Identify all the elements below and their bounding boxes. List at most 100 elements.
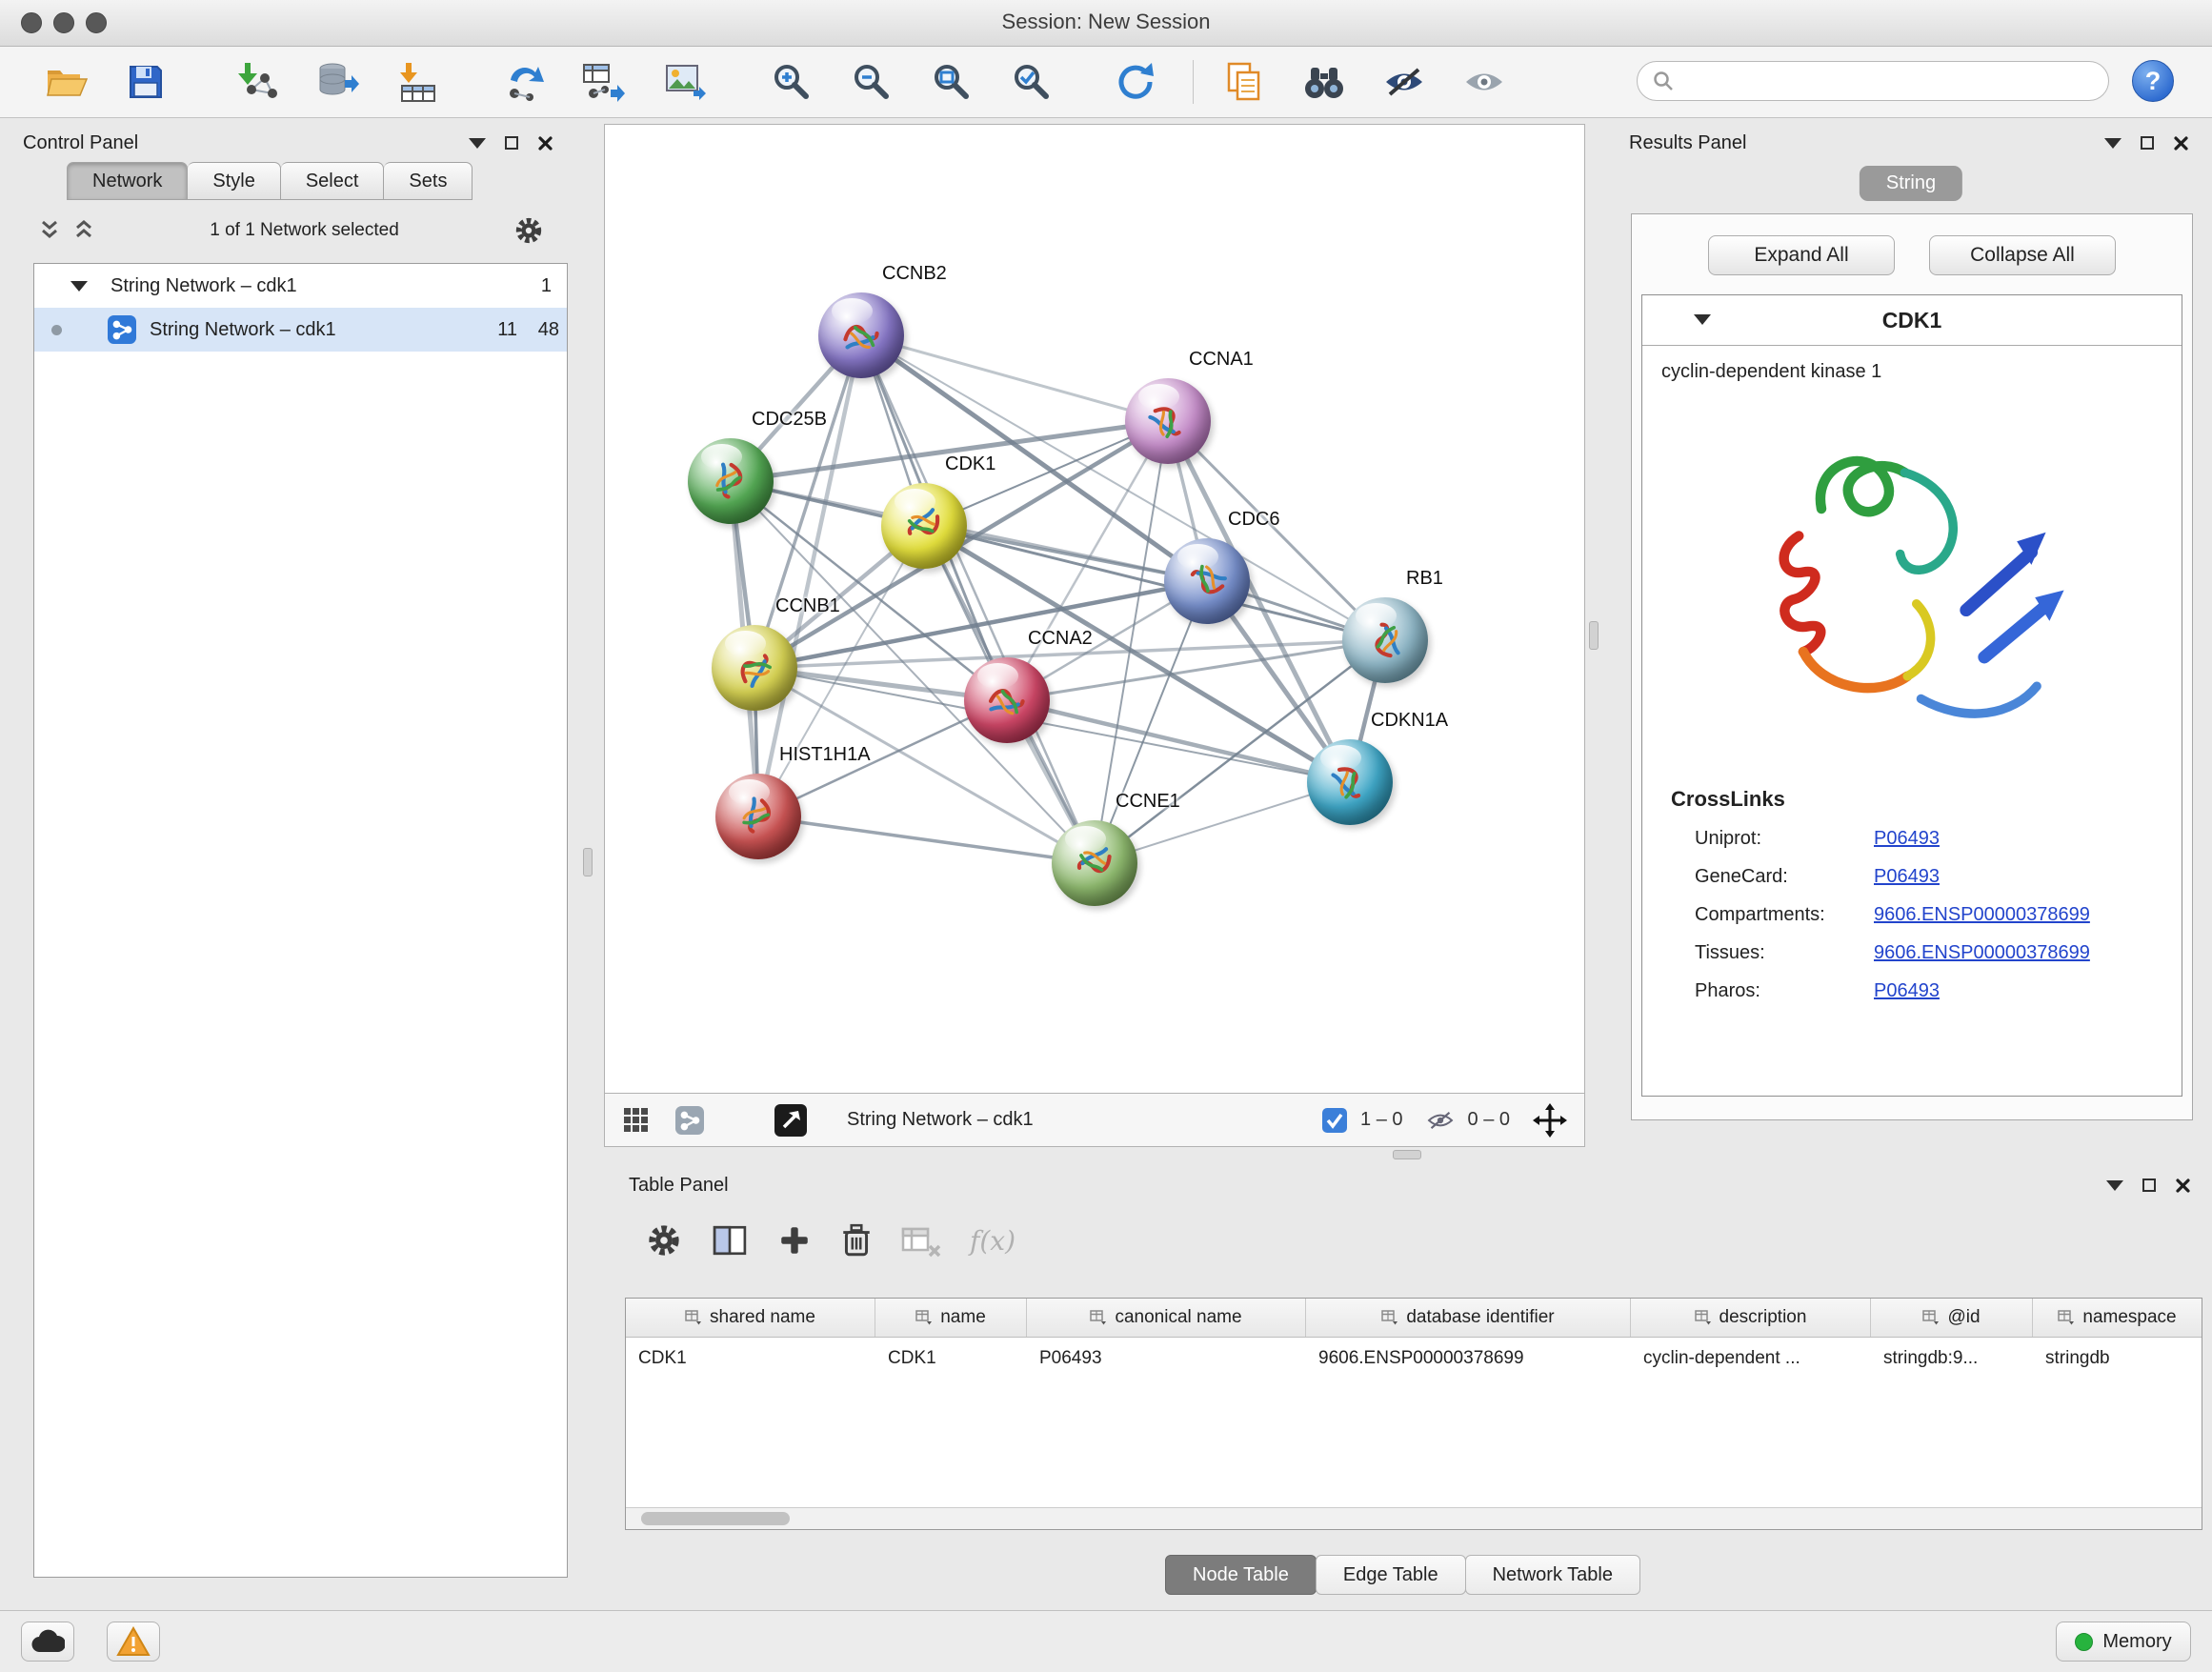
tab-string[interactable]: String: [1860, 166, 1962, 201]
network-share-icon[interactable]: [675, 1106, 704, 1135]
crosslink-link[interactable]: P06493: [1874, 828, 1940, 850]
tab-node-table[interactable]: Node Table: [1165, 1555, 1317, 1595]
network-node-CCNE1[interactable]: [1052, 820, 1137, 906]
collapse-entry-icon[interactable]: [1694, 314, 1711, 325]
network-node-CDC6[interactable]: [1164, 538, 1250, 624]
clone-network-button[interactable]: [499, 56, 551, 108]
column-header-namespace[interactable]: namespace: [2033, 1299, 2202, 1337]
column-header-canonical-name[interactable]: canonical name: [1027, 1299, 1306, 1337]
collapse-panel-icon[interactable]: [2104, 138, 2122, 149]
scrollbar-thumb[interactable]: [641, 1512, 790, 1525]
grid-view-icon[interactable]: [622, 1106, 651, 1135]
search-input[interactable]: [1683, 70, 2093, 93]
column-header-shared-name[interactable]: shared name: [626, 1299, 875, 1337]
float-panel-icon[interactable]: [2142, 1178, 2156, 1192]
save-session-button[interactable]: [120, 56, 171, 108]
zoom-out-button[interactable]: [846, 56, 897, 108]
tree-options-gear-icon[interactable]: [513, 215, 544, 246]
function-builder-icon[interactable]: f(x): [970, 1225, 1016, 1257]
tab-style[interactable]: Style: [188, 162, 280, 200]
left-splitter-handle[interactable]: [583, 848, 593, 876]
collapse-panel-icon[interactable]: [469, 138, 486, 149]
network-node-CDKN1A[interactable]: [1307, 739, 1393, 825]
search-objects-button[interactable]: [1298, 56, 1350, 108]
network-collection-row[interactable]: String Network – cdk1 1: [34, 264, 567, 308]
help-button[interactable]: ?: [2132, 60, 2174, 102]
table-cell[interactable]: CDK1: [875, 1348, 1027, 1369]
search-box[interactable]: [1637, 61, 2109, 101]
table-cell[interactable]: P06493: [1027, 1348, 1306, 1369]
tree-expand-triangle-icon[interactable]: [70, 281, 88, 292]
export-table-button[interactable]: [579, 56, 631, 108]
column-header-@id[interactable]: @id: [1871, 1299, 2033, 1337]
crosslink-link[interactable]: P06493: [1874, 980, 1940, 1002]
network-node-CDK1[interactable]: [881, 483, 967, 569]
column-header-name[interactable]: name: [875, 1299, 1027, 1337]
crosslink-link[interactable]: P06493: [1874, 866, 1940, 888]
expand-all-tree-icon[interactable]: [38, 218, 61, 243]
tab-select[interactable]: Select: [281, 162, 385, 200]
warnings-button[interactable]: [107, 1622, 160, 1662]
selected-checkbox-icon[interactable]: [1322, 1108, 1347, 1133]
tab-network[interactable]: Network: [67, 162, 188, 200]
crosslink-link[interactable]: 9606.ENSP00000378699: [1874, 942, 2090, 964]
network-canvas[interactable]: CCNB2CCNA1CDC25BCDK1CDC6RB1CCNB1CCNA2CDK…: [604, 124, 1585, 1094]
memory-button[interactable]: Memory: [2056, 1622, 2191, 1662]
network-node-CDC25B[interactable]: [688, 438, 774, 524]
network-node-CCNB1[interactable]: [712, 625, 797, 711]
network-node-CCNA2[interactable]: [964, 657, 1050, 743]
tab-sets[interactable]: Sets: [384, 162, 473, 200]
hide-graphics-button[interactable]: [1378, 56, 1430, 108]
hidden-eye-slash-icon[interactable]: [1426, 1109, 1455, 1132]
import-network-file-button[interactable]: [232, 56, 284, 108]
horizontal-scrollbar[interactable]: [626, 1507, 2202, 1529]
copy-button[interactable]: [1218, 56, 1270, 108]
node-table[interactable]: shared namenamecanonical namedatabase id…: [625, 1298, 2202, 1530]
table-settings-gear-icon[interactable]: [646, 1222, 682, 1259]
network-node-RB1[interactable]: [1342, 597, 1428, 683]
zoom-fit-button[interactable]: [926, 56, 977, 108]
float-panel-icon[interactable]: [2141, 136, 2154, 150]
table-cell[interactable]: cyclin-dependent ...: [1631, 1348, 1871, 1369]
table-cell[interactable]: stringdb:9...: [1871, 1348, 2033, 1369]
expand-all-button[interactable]: Expand All: [1708, 235, 1895, 275]
show-graphics-button[interactable]: [1458, 56, 1510, 108]
import-network-database-button[interactable]: [312, 56, 364, 108]
show-columns-icon[interactable]: [711, 1223, 749, 1258]
zoom-in-button[interactable]: [766, 56, 817, 108]
import-table-file-button[interactable]: [392, 56, 444, 108]
network-node-CCNA1[interactable]: [1125, 378, 1211, 464]
column-header-database-identifier[interactable]: database identifier: [1306, 1299, 1631, 1337]
table-cell[interactable]: 9606.ENSP00000378699: [1306, 1348, 1631, 1369]
column-header-description[interactable]: description: [1631, 1299, 1871, 1337]
pan-crosshair-icon[interactable]: [1533, 1103, 1567, 1138]
right-splitter-handle[interactable]: [1589, 621, 1599, 650]
refresh-view-button[interactable]: [1109, 56, 1160, 108]
table-row[interactable]: CDK1CDK1P064939606.ENSP00000378699cyclin…: [626, 1338, 2202, 1380]
bottom-splitter-handle[interactable]: [1393, 1150, 1421, 1159]
network-node-CCNB2[interactable]: [818, 292, 904, 378]
collapse-all-tree-icon[interactable]: [72, 218, 95, 243]
add-column-icon[interactable]: [777, 1223, 812, 1258]
delete-column-icon[interactable]: [840, 1222, 873, 1259]
tab-network-table[interactable]: Network Table: [1465, 1555, 1640, 1595]
birdseye-toggle-icon[interactable]: [774, 1104, 807, 1137]
crosslink-link[interactable]: 9606.ENSP00000378699: [1874, 904, 2090, 926]
float-panel-icon[interactable]: [505, 136, 518, 150]
close-panel-icon[interactable]: [2175, 1178, 2191, 1194]
network-node-HIST1H1A[interactable]: [715, 774, 801, 859]
zoom-selected-button[interactable]: [1006, 56, 1057, 108]
table-cell[interactable]: stringdb: [2033, 1348, 2202, 1369]
collapse-all-button[interactable]: Collapse All: [1929, 235, 2116, 275]
export-image-button[interactable]: [659, 56, 711, 108]
tab-edge-table[interactable]: Edge Table: [1316, 1555, 1466, 1595]
delete-table-icon[interactable]: [901, 1223, 941, 1258]
network-row[interactable]: String Network – cdk1 11 48: [34, 308, 567, 352]
open-session-button[interactable]: [40, 56, 91, 108]
node-detail-header[interactable]: CDK1: [1642, 295, 2182, 346]
table-cell[interactable]: CDK1: [626, 1348, 875, 1369]
close-panel-icon[interactable]: [2173, 135, 2189, 151]
cloud-button[interactable]: [21, 1622, 74, 1662]
collapse-panel-icon[interactable]: [2106, 1180, 2123, 1191]
close-panel-icon[interactable]: [537, 135, 553, 151]
